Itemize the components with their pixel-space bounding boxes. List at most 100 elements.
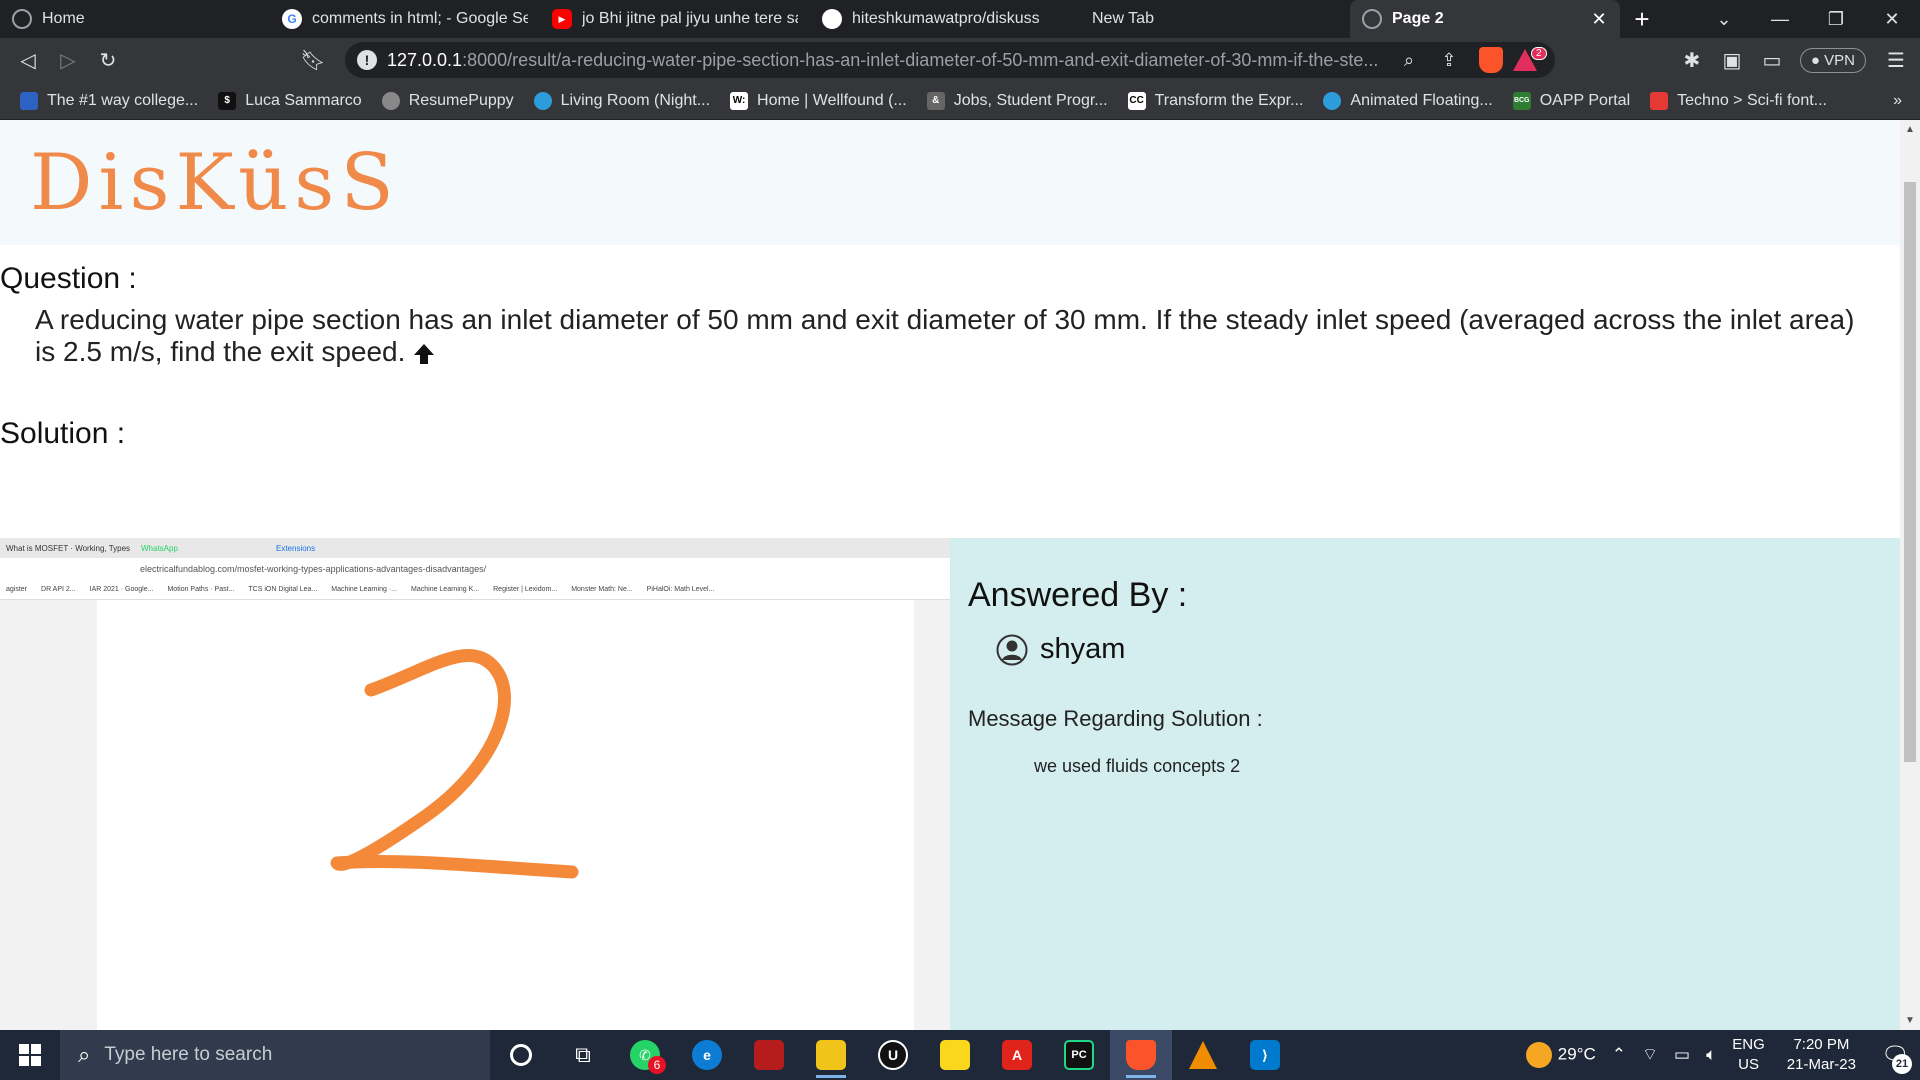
site-logo[interactable]: DisKüsS (30, 138, 400, 228)
brave-shields-icon[interactable] (1479, 47, 1503, 73)
sticky-notes-icon (940, 1040, 970, 1070)
bookmark-icon[interactable]: 🔖︎ (293, 40, 333, 80)
solution-heading: Solution : (0, 417, 126, 450)
solution-area: What is MOSFET · Working, Types WhatsApp… (0, 538, 1900, 1030)
taskbar-app-whatsapp[interactable]: ✆ 6 (614, 1030, 676, 1080)
bookmark-favicon-icon: BCG (1512, 91, 1531, 110)
vlc-icon (1189, 1041, 1217, 1069)
tab-new-tab[interactable]: New Tab (1080, 0, 1350, 38)
bookmark-item[interactable]: ResumePuppy (381, 91, 514, 110)
wifi-icon[interactable]: ⌔ (1642, 1045, 1658, 1065)
taskbar-search[interactable]: ⌕ Type here to search (60, 1030, 490, 1080)
question-body: A reducing water pipe section has an inl… (35, 304, 1855, 367)
tab-google-search[interactable]: G comments in html; - Google Sear (270, 0, 540, 38)
sidebar-icon[interactable]: ▣ (1712, 40, 1752, 80)
brave-icon (1126, 1040, 1156, 1070)
taskbar-app-unreal[interactable]: U (862, 1030, 924, 1080)
taskbar-app-sticky-notes[interactable] (924, 1030, 986, 1080)
acrobat-icon: A (1002, 1040, 1032, 1070)
unreal-icon: U (878, 1040, 908, 1070)
cortana-icon (510, 1044, 532, 1066)
close-window-icon[interactable]: ✕ (1864, 9, 1920, 30)
vpn-button[interactable]: ● VPN (1799, 47, 1866, 73)
taskbar-app-edge[interactable]: e (676, 1030, 738, 1080)
taskbar-app-vlc[interactable] (1172, 1030, 1234, 1080)
bookmark-label: Luca Sammarco (245, 91, 362, 109)
bookmark-item[interactable]: Animated Floating... (1323, 91, 1493, 110)
close-tab-icon[interactable]: ✕ (1590, 9, 1608, 30)
tab-home[interactable]: Home (0, 0, 270, 38)
back-icon[interactable]: ◁ (8, 40, 48, 80)
forward-icon[interactable]: ▷ (48, 40, 88, 80)
bookmark-label: ResumePuppy (408, 91, 514, 109)
tab-github[interactable]: hiteshkumawatpro/diskuss (810, 0, 1080, 38)
extensions-icon[interactable]: ✱ (1672, 40, 1712, 80)
windows-taskbar: ⌕ Type here to search ⧉ ✆ 6 e U A PC ⟩ 2… (0, 1030, 1920, 1080)
upvote-arrow-icon[interactable] (413, 343, 435, 365)
show-hidden-icons-icon[interactable]: ⌃ (1612, 1045, 1626, 1065)
volume-icon[interactable]: 🔈︎ (1706, 1045, 1716, 1065)
embedded-bookmark: DR API 2... (41, 586, 76, 593)
restore-icon[interactable]: ❐ (1808, 9, 1864, 30)
notification-center-button[interactable]: 🗨︎ 21 (1870, 1030, 1920, 1080)
tab-page-2[interactable]: Page 2 ✕ (1350, 0, 1620, 38)
tab-title: Home (42, 10, 85, 27)
bookmark-item[interactable]: W: Home | Wellfound (... (730, 91, 907, 110)
cortana-button[interactable] (490, 1030, 552, 1080)
taskbar-app-acrobat[interactable]: A (986, 1030, 1048, 1080)
scrollbar-thumb[interactable] (1904, 182, 1916, 762)
taskbar-app-vscode[interactable]: ⟩ (1234, 1030, 1296, 1080)
user-avatar-icon (996, 634, 1028, 665)
weather-icon (1525, 1042, 1552, 1068)
address-bar[interactable]: ! 127.0.0.1 :8000/result/a-reducing-wate… (345, 42, 1555, 78)
bookmark-item[interactable]: $ Luca Sammarco (218, 91, 362, 110)
game-icon (754, 1040, 784, 1070)
language-indicator[interactable]: ENG US (1732, 1035, 1765, 1075)
tab-youtube[interactable]: ▶ jo Bhi jitne pal jiyu unhe tere san (540, 0, 810, 38)
bookmark-favicon-icon: W: (730, 91, 749, 110)
taskbar-app-file-explorer[interactable] (800, 1030, 862, 1080)
new-tab-button[interactable]: + (1620, 0, 1664, 38)
zoom-icon[interactable]: ⌕ (1389, 40, 1429, 80)
bookmark-item[interactable]: Techno > Sci-fi font... (1650, 91, 1827, 110)
start-button[interactable] (0, 1030, 60, 1080)
info-icon[interactable]: ! (357, 50, 377, 70)
bookmark-favicon-icon (1323, 91, 1342, 110)
bookmark-label: Transform the Expr... (1154, 91, 1304, 109)
bookmark-item[interactable]: Living Room (Night... (533, 91, 710, 110)
battery-icon[interactable]: ▭ (1674, 1045, 1690, 1065)
bookmark-item[interactable]: CC Transform the Expr... (1127, 91, 1304, 110)
page-scrollbar[interactable]: ▲ ▼ (1900, 120, 1920, 1030)
edge-icon: e (692, 1040, 722, 1070)
taskbar-app-brave[interactable] (1110, 1030, 1172, 1080)
taskbar-app-game[interactable] (738, 1030, 800, 1080)
wallet-icon[interactable]: ▭ (1752, 40, 1792, 80)
scroll-up-icon[interactable]: ▲ (1905, 124, 1915, 135)
taskbar-app-pycharm[interactable]: PC (1048, 1030, 1110, 1080)
site-header: DisKüsS (0, 120, 1900, 245)
embedded-bookmark: Motion Paths · Past... (167, 586, 235, 593)
bookmark-favicon-icon: $ (218, 91, 237, 110)
brave-rewards-icon[interactable]: 2 (1513, 47, 1547, 71)
menu-icon[interactable]: ☰ (1876, 40, 1916, 80)
bookmark-favicon-icon (1650, 91, 1669, 110)
question-text: A reducing water pipe section has an inl… (35, 304, 1875, 368)
solution-image: What is MOSFET · Working, Types WhatsApp… (0, 538, 950, 1030)
weather-widget[interactable]: 29°C (1525, 1042, 1596, 1068)
bookmark-item[interactable]: & Jobs, Student Progr... (926, 91, 1108, 110)
minimize-icon[interactable]: — (1752, 9, 1808, 30)
clock[interactable]: 7:20 PM 21-Mar-23 (1787, 1035, 1856, 1075)
embedded-bookmark: Machine Learning K... (411, 586, 480, 593)
window-controls: ⌄ — ❐ ✕ (1696, 0, 1920, 38)
task-view-button[interactable]: ⧉ (552, 1030, 614, 1080)
reload-icon[interactable]: ↻ (88, 40, 128, 80)
youtube-icon: ▶ (552, 9, 572, 29)
bookmark-item[interactable]: The #1 way college... (20, 91, 198, 110)
tab-search-chevron-icon[interactable]: ⌄ (1696, 9, 1752, 30)
bookmark-item[interactable]: BCG OAPP Portal (1512, 91, 1630, 110)
answerer[interactable]: shyam (996, 633, 1900, 666)
share-icon[interactable]: ⇪ (1429, 40, 1469, 80)
tab-title: New Tab (1092, 10, 1154, 27)
scroll-down-icon[interactable]: ▼ (1905, 1015, 1915, 1026)
more-bookmarks-icon[interactable]: » (1893, 92, 1902, 110)
